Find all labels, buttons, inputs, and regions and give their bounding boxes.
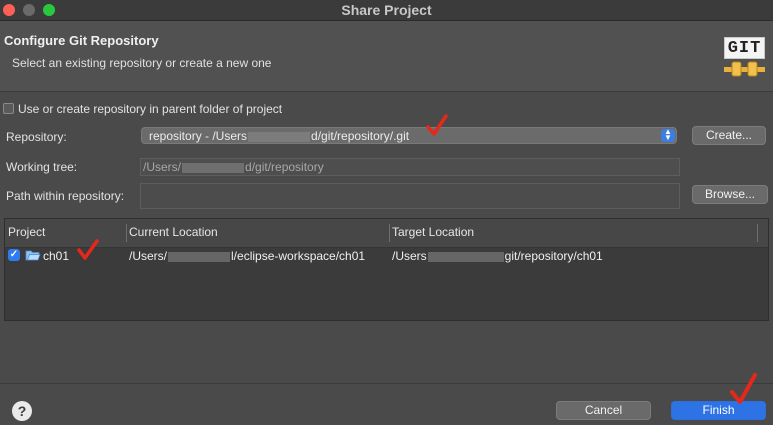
table-row[interactable]: ✓ ch01 /Users/l/eclipse-workspace/ch01 /… xyxy=(5,247,768,265)
page-subtitle: Select an existing repository or create … xyxy=(12,56,272,70)
parent-folder-label: Use or create repository in parent folde… xyxy=(18,102,283,116)
project-name: ch01 xyxy=(43,249,70,263)
path-within-label: Path within repository: xyxy=(6,189,125,203)
column-divider[interactable] xyxy=(126,224,127,242)
redacted-text xyxy=(182,162,245,173)
repository-select-value: repository - /Users d/git/repository/.git xyxy=(149,129,410,143)
git-logo-icon: GIT xyxy=(724,37,765,77)
git-logo-text: GIT xyxy=(724,37,765,59)
annotation-check-icon xyxy=(426,114,448,136)
parent-folder-checkbox[interactable] xyxy=(3,103,14,114)
redacted-text xyxy=(427,251,504,262)
column-divider[interactable] xyxy=(757,224,758,242)
select-arrows-icon: ▲ ▼ xyxy=(661,128,675,142)
annotation-check-icon xyxy=(77,239,99,260)
column-header-current-location[interactable]: Current Location xyxy=(129,225,218,239)
open-folder-icon xyxy=(25,250,41,261)
annotation-check-icon xyxy=(730,373,757,404)
column-header-target-location[interactable]: Target Location xyxy=(392,225,474,239)
wizard-header: Configure Git Repository Select an exist… xyxy=(0,21,773,92)
browse-button[interactable]: Browse... xyxy=(692,185,768,204)
create-repository-button[interactable]: Create... xyxy=(692,126,766,145)
help-icon[interactable]: ? xyxy=(12,401,32,421)
column-header-project[interactable]: Project xyxy=(8,225,45,239)
redacted-text xyxy=(168,251,231,262)
path-within-input[interactable] xyxy=(140,183,680,209)
cancel-button[interactable]: Cancel xyxy=(556,401,651,420)
git-pipe-icon xyxy=(724,61,765,77)
target-location: /Users git/repository/ch01 xyxy=(392,249,603,263)
current-location: /Users/l/eclipse-workspace/ch01 xyxy=(129,249,366,263)
window-title: Share Project xyxy=(341,2,432,18)
title-bar: Share Project xyxy=(0,0,773,21)
redacted-text xyxy=(248,131,311,142)
page-title: Configure Git Repository xyxy=(4,33,159,48)
working-tree-field: /Users/d/git/repository xyxy=(140,158,680,176)
wizard-footer: ? Cancel Finish xyxy=(0,383,773,425)
working-tree-value: /Users/d/git/repository xyxy=(143,160,324,174)
table-header: Project Current Location Target Location xyxy=(5,219,768,248)
projects-table: Project Current Location Target Location… xyxy=(4,218,769,321)
repository-select[interactable]: repository - /Users d/git/repository/.git… xyxy=(141,127,677,144)
project-row-checkbox[interactable]: ✓ xyxy=(8,249,20,261)
working-tree-label: Working tree: xyxy=(6,160,78,174)
column-divider[interactable] xyxy=(389,224,390,242)
repository-label: Repository: xyxy=(6,130,67,144)
